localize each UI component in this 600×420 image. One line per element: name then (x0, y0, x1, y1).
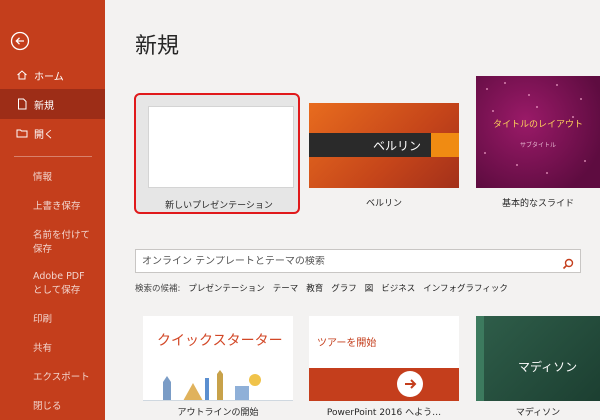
sidebar-item-new[interactable]: 新規 (0, 89, 105, 119)
sidebar-item-label: ホーム (34, 71, 64, 83)
template-thumbnail (148, 106, 294, 188)
sidebar-item-open[interactable]: 開く (0, 118, 105, 148)
template-quick-starter[interactable]: クイックスターター (143, 316, 293, 401)
landmarks-illustration (143, 370, 293, 401)
open-folder-icon (16, 127, 28, 139)
backstage-sidebar: ホーム 新規 開く 情報 上書き保存 名前を付けて保存 Adobe PDF とし… (0, 0, 105, 420)
sidebar-item-close[interactable]: 閉じる (33, 400, 103, 414)
thumbnail-title: ベルリン (373, 139, 422, 153)
sidebar-item-save[interactable]: 上書き保存 (33, 200, 103, 214)
sidebar-item-info[interactable]: 情報 (33, 171, 103, 185)
sidebar-item-label: 開く (34, 129, 54, 141)
suggestion-link[interactable]: ビジネス (381, 282, 415, 294)
template-label-madison: マディソン (515, 408, 561, 418)
template-welcome-tour[interactable]: ツアーを開始 (309, 316, 459, 401)
template-label-basic: 基本的なスライド (501, 199, 574, 209)
template-search-box (135, 249, 581, 273)
sidebar-divider (14, 156, 92, 157)
suggestion-link[interactable]: インフォグラフィック (423, 282, 508, 294)
home-icon (16, 69, 28, 81)
sidebar-item-share[interactable]: 共有 (33, 342, 103, 356)
template-blank-presentation[interactable]: 新しいプレゼンテーション (134, 93, 300, 214)
search-icon[interactable] (562, 255, 574, 270)
new-panel: 新規 新しいプレゼンテーション ベルリン ベルリン タイトルのレイアウト サブタ… (105, 0, 600, 420)
page-title: 新規 (135, 34, 180, 59)
suggestions-label: 検索の候補: (135, 284, 181, 294)
arrow-right-icon (397, 371, 423, 397)
template-madison[interactable]: マディソン (476, 316, 600, 401)
search-suggestions: 検索の候補: プレゼンテーション テーマ 教育 グラフ 図 ビジネス インフォグ… (135, 282, 516, 294)
suggestion-link[interactable]: テーマ (273, 282, 299, 294)
thumbnail-band (309, 368, 459, 401)
thumbnail-title: クイックスターター (157, 333, 283, 349)
thumbnail-accent (431, 133, 459, 157)
thumbnail-subtitle: サブタイトル (519, 142, 556, 149)
thumbnail-title: マディソン (518, 360, 578, 374)
suggestion-link[interactable]: グラフ (331, 282, 357, 294)
sidebar-item-print[interactable]: 印刷 (33, 313, 103, 327)
template-berlin[interactable]: ベルリン (309, 103, 459, 188)
suggestion-link[interactable]: 教育 (306, 282, 323, 294)
new-document-icon (16, 98, 28, 110)
sidebar-item-export[interactable]: エクスポート (33, 371, 103, 385)
sidebar-item-home[interactable]: ホーム (0, 60, 105, 90)
template-label: 新しいプレゼンテーション (165, 201, 273, 211)
template-label-tour: PowerPoint 2016 へよう… (326, 408, 442, 418)
thumbnail-title: ツアーを開始 (317, 338, 377, 349)
thumbnail-stripe (476, 316, 484, 401)
template-label-quick-starter: アウトラインの開始 (177, 408, 259, 418)
suggestion-link[interactable]: 図 (365, 282, 374, 294)
thumbnail-title: タイトルのレイアウト (492, 120, 583, 130)
template-label-berlin: ベルリン (365, 199, 402, 209)
back-arrow-icon[interactable] (10, 31, 30, 51)
search-input[interactable] (142, 255, 552, 267)
template-basic-slide[interactable]: タイトルのレイアウト サブタイトル (476, 76, 600, 188)
sidebar-item-label: 新規 (34, 100, 54, 112)
sidebar-item-save-pdf[interactable]: Adobe PDF として保存 (33, 270, 97, 298)
sidebar-item-save-as[interactable]: 名前を付けて保存 (33, 229, 95, 257)
suggestion-link[interactable]: プレゼンテーション (188, 282, 264, 294)
